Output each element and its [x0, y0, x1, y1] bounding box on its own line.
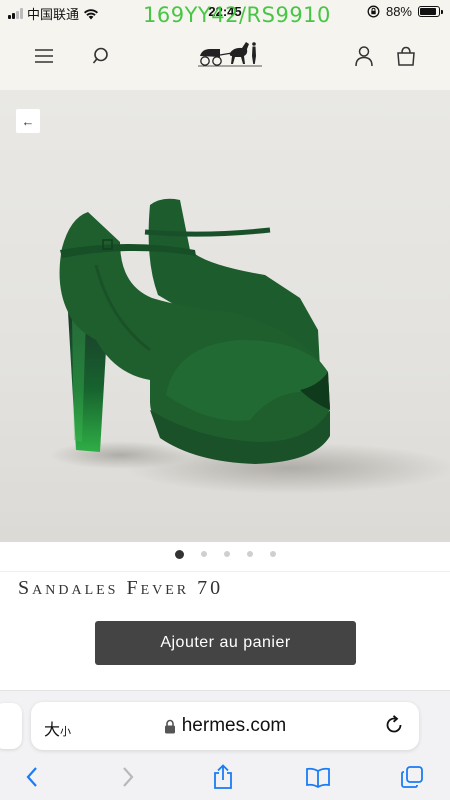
- tabs-icon[interactable]: [398, 763, 426, 791]
- carousel-dot-3[interactable]: [223, 551, 230, 557]
- browser-toolbar: [0, 761, 450, 793]
- carousel-dots: [0, 543, 450, 565]
- lock-icon: [164, 719, 175, 733]
- carousel-dot-1[interactable]: [174, 549, 184, 559]
- battery-level: [420, 8, 436, 15]
- watermark-text: 169YY42/RS9910: [143, 3, 331, 27]
- reload-icon[interactable]: [383, 714, 405, 736]
- url-display[interactable]: hermes.com: [31, 715, 419, 737]
- bookmarks-icon[interactable]: [304, 763, 332, 791]
- carousel-dot-5[interactable]: [269, 551, 276, 557]
- user-icon[interactable]: [350, 42, 378, 70]
- search-icon[interactable]: [88, 42, 116, 70]
- carousel-dot-4[interactable]: [246, 551, 253, 557]
- site-header: [0, 24, 450, 90]
- previous-tab-card[interactable]: [0, 703, 22, 749]
- product-image: [50, 198, 450, 494]
- product-image-carousel[interactable]: ←: [0, 90, 450, 542]
- share-icon[interactable]: [209, 763, 237, 791]
- battery-icon: [418, 6, 443, 17]
- browser-bottom-bar: 大小 hermes.com: [0, 690, 450, 800]
- hamburger-icon[interactable]: [30, 42, 58, 70]
- orientation-lock-icon: [367, 5, 380, 18]
- address-bar[interactable]: 大小 hermes.com: [31, 702, 419, 750]
- forward-icon[interactable]: [114, 763, 142, 791]
- shopping-bag-icon[interactable]: [392, 42, 420, 70]
- carousel-dot-2[interactable]: [200, 551, 207, 557]
- add-to-cart-button[interactable]: Ajouter au panier: [95, 621, 356, 665]
- horse-carriage-logo[interactable]: [196, 36, 266, 72]
- url-text: hermes.com: [181, 715, 287, 736]
- gallery-back-button[interactable]: ←: [16, 109, 40, 133]
- back-icon[interactable]: [18, 763, 46, 791]
- product-title: Sandales Fever 70: [18, 577, 224, 597]
- status-right: 88%: [367, 4, 443, 19]
- battery-percent: 88%: [385, 4, 412, 19]
- divider: [0, 571, 450, 572]
